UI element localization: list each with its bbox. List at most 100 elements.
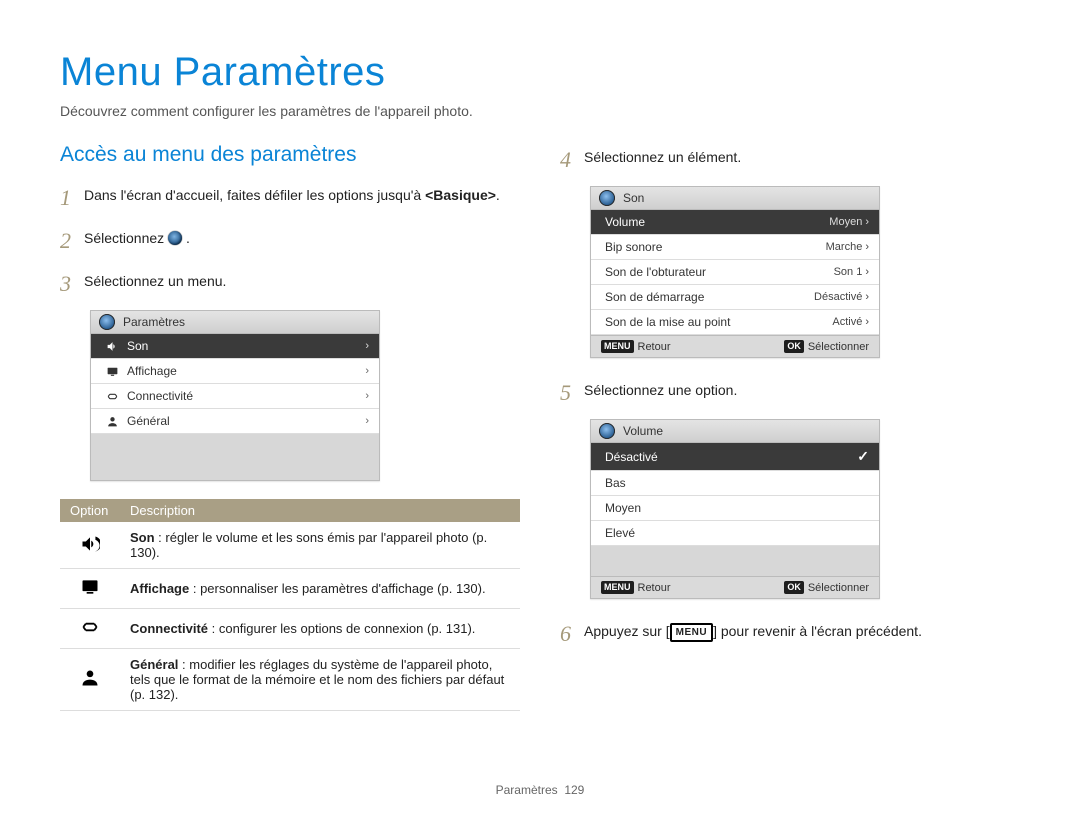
- display-icon: [80, 577, 100, 597]
- row-label: Son de démarrage: [605, 290, 704, 304]
- option-desc: : configurer les options de connexion (p…: [208, 621, 475, 636]
- chevron-right-icon: ›: [365, 415, 369, 427]
- settings-orb-icon: [168, 231, 182, 245]
- option-label: Elevé: [605, 526, 635, 540]
- step-4: 4 Sélectionnez un élément.: [560, 143, 1020, 176]
- row-value: Désactivé: [814, 291, 862, 303]
- row-label: Volume: [605, 215, 645, 229]
- son-row-misepoint[interactable]: Son de la mise au point Activé ›: [591, 310, 879, 335]
- chevron-right-icon: ›: [865, 216, 869, 228]
- camera-menu-son: Son Volume Moyen › Bip sonore Marche › S…: [590, 186, 880, 358]
- camera-menu-parametres: Paramètres Son › Affichage › Connectivit…: [90, 310, 380, 481]
- speaker-icon: [105, 339, 119, 353]
- step-3: 3 Sélectionnez un menu.: [60, 267, 520, 300]
- son-row-volume[interactable]: Volume Moyen ›: [591, 210, 879, 235]
- check-icon: ✓: [857, 448, 869, 465]
- footer-select-label: Sélectionner: [808, 341, 869, 353]
- step-1-text-c: .: [496, 187, 500, 203]
- display-icon: [105, 364, 119, 378]
- section-heading: Accès au menu des paramètres: [60, 143, 520, 167]
- menu-item-connectivite[interactable]: Connectivité ›: [91, 384, 379, 409]
- camera-menu-footer: MENURetour OKSélectionner: [591, 576, 879, 598]
- footer-select-label: Sélectionner: [808, 582, 869, 594]
- son-row-bip[interactable]: Bip sonore Marche ›: [591, 235, 879, 260]
- chevron-right-icon: ›: [865, 241, 869, 253]
- option-title: Affichage: [130, 581, 189, 596]
- menu-item-general[interactable]: Général ›: [91, 409, 379, 434]
- option-label: Bas: [605, 476, 626, 490]
- table-row: Son : régler le volume et les sons émis …: [60, 522, 520, 569]
- step-2: 2 Sélectionnez .: [60, 224, 520, 257]
- page-intro: Découvrez comment configurer les paramèt…: [60, 103, 1020, 119]
- option-desc: : personnaliser les paramètres d'afficha…: [189, 581, 485, 596]
- step-1-text-a: Dans l'écran d'accueil, faites défiler l…: [84, 187, 425, 203]
- menu-item-label: Son: [127, 339, 148, 353]
- connectivity-icon: [80, 617, 100, 637]
- step-6: 6 Appuyez sur [MENU] pour revenir à l'éc…: [560, 617, 1020, 650]
- son-row-demarrage[interactable]: Son de démarrage Désactivé ›: [591, 285, 879, 310]
- step-6-text-a: Appuyez sur [: [584, 623, 670, 639]
- option-label: Moyen: [605, 501, 641, 515]
- menu-chip: MENU: [601, 340, 634, 353]
- option-label: Désactivé: [605, 450, 658, 464]
- person-icon: [105, 414, 119, 428]
- chevron-right-icon: ›: [365, 390, 369, 402]
- ok-chip: OK: [784, 340, 804, 353]
- step-4-text: Sélectionnez un élément.: [584, 143, 1020, 168]
- step-1: 1 Dans l'écran d'accueil, faites défiler…: [60, 181, 520, 214]
- step-1-text-b: <Basique>: [425, 187, 496, 203]
- left-column: Accès au menu des paramètres 1 Dans l'éc…: [60, 143, 520, 711]
- step-2-text: Sélectionnez: [84, 230, 168, 246]
- menu-item-affichage[interactable]: Affichage ›: [91, 359, 379, 384]
- footer-back-label: Retour: [638, 341, 671, 353]
- camera-menu-header: Son: [591, 187, 879, 210]
- row-label: Bip sonore: [605, 240, 662, 254]
- menu-item-son[interactable]: Son ›: [91, 334, 379, 359]
- right-column: 4 Sélectionnez un élément. Son Volume Mo…: [560, 143, 1020, 711]
- menu-item-label: Affichage: [127, 364, 177, 378]
- person-icon: [80, 668, 100, 688]
- son-row-obturateur[interactable]: Son de l'obturateur Son 1 ›: [591, 260, 879, 285]
- volume-option-bas[interactable]: Bas: [591, 471, 879, 496]
- page-footer: Paramètres 129: [0, 783, 1080, 797]
- options-table: Option Description Son : régler le volum…: [60, 499, 520, 711]
- footer-back[interactable]: MENU Retour: [601, 340, 671, 353]
- chevron-right-icon: ›: [865, 266, 869, 278]
- settings-orb-icon: [599, 423, 615, 439]
- speaker-icon: [80, 534, 100, 554]
- options-head-option: Option: [60, 499, 120, 522]
- volume-option-desactive[interactable]: Désactivé ✓: [591, 443, 879, 471]
- row-label: Son de l'obturateur: [605, 265, 706, 279]
- camera-menu-header: Paramètres: [91, 311, 379, 334]
- menu-item-label: Général: [127, 414, 170, 428]
- chevron-right-icon: ›: [865, 291, 869, 303]
- footer-select[interactable]: OKSélectionner: [784, 581, 869, 594]
- option-title: Son: [130, 530, 155, 545]
- camera-menu-header-label: Paramètres: [123, 315, 185, 329]
- row-value: Son 1: [834, 266, 863, 278]
- volume-option-eleve[interactable]: Elevé: [591, 521, 879, 546]
- row-value: Activé: [832, 316, 862, 328]
- volume-option-moyen[interactable]: Moyen: [591, 496, 879, 521]
- settings-orb-icon: [599, 190, 615, 206]
- menu-button-inline: MENU: [670, 623, 713, 642]
- row-value: Moyen: [829, 216, 862, 228]
- row-value: Marche: [826, 241, 863, 253]
- camera-menu-footer: MENU Retour OK Sélectionner: [591, 335, 879, 357]
- chevron-right-icon: ›: [365, 365, 369, 377]
- camera-menu-header-label: Son: [623, 191, 644, 205]
- menu-item-label: Connectivité: [127, 389, 193, 403]
- table-row: Affichage : personnaliser les paramètres…: [60, 569, 520, 609]
- footer-section-label: Paramètres: [496, 783, 558, 797]
- menu-chip: MENU: [601, 581, 634, 594]
- camera-menu-header-label: Volume: [623, 424, 663, 438]
- settings-orb-icon: [99, 314, 115, 330]
- step-3-text: Sélectionnez un menu.: [84, 267, 520, 292]
- connectivity-icon: [105, 389, 119, 403]
- footer-back[interactable]: MENURetour: [601, 581, 671, 594]
- options-head-description: Description: [120, 499, 520, 522]
- step-2-text-post: .: [186, 230, 190, 246]
- footer-select[interactable]: OK Sélectionner: [784, 340, 869, 353]
- step-5: 5 Sélectionnez une option.: [560, 376, 1020, 409]
- table-row: Général : modifier les réglages du systè…: [60, 649, 520, 711]
